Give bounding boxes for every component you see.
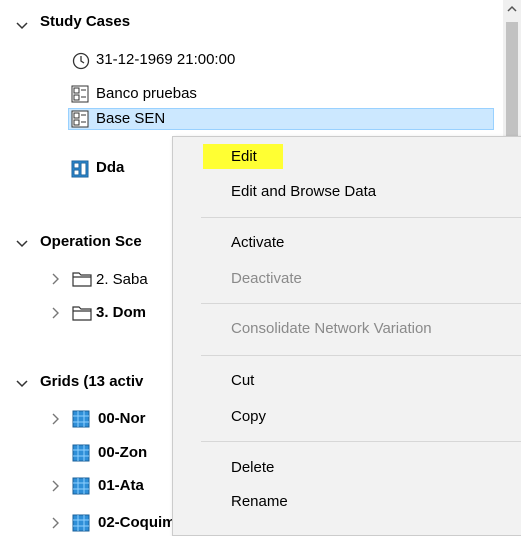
menu-item-edit-and-browse-data[interactable]: Edit and Browse Data <box>231 182 376 202</box>
menu-separator <box>201 355 521 356</box>
folder-icon <box>72 270 92 288</box>
collapse-chevron-icon[interactable] <box>14 18 30 34</box>
tree-node-study-cases[interactable]: Study Cases <box>40 12 130 32</box>
tree-item-scenario[interactable]: 2. Saba <box>96 270 148 290</box>
tree-item-study-case-selected[interactable]: Base SEN <box>96 109 165 129</box>
menu-item-activate[interactable]: Activate <box>231 233 284 253</box>
tree-item-study-case[interactable]: 31-12-1969 21:00:00 <box>96 50 235 70</box>
folder-icon <box>72 304 92 322</box>
expand-chevron-icon[interactable] <box>47 411 63 427</box>
grid-icon <box>72 444 90 462</box>
study-case-icon <box>71 85 89 103</box>
menu-separator <box>201 441 521 442</box>
context-menu: Edit Edit and Browse Data Activate Deact… <box>172 136 521 536</box>
menu-item-rename[interactable]: Rename <box>231 492 288 512</box>
grid-icon <box>72 477 90 495</box>
menu-item-edit[interactable]: Edit <box>231 147 257 167</box>
collapse-chevron-icon[interactable] <box>14 376 30 392</box>
tree-node-grids[interactable]: Grids (13 activ <box>40 372 143 392</box>
menu-separator <box>201 303 521 304</box>
menu-item-consolidate-network-variation[interactable]: Consolidate Network Variation <box>231 319 432 339</box>
tree-item-study-case-active[interactable]: Dda <box>96 158 124 178</box>
tree-item-study-case[interactable]: Banco pruebas <box>96 84 197 104</box>
menu-separator <box>201 217 521 218</box>
clock-icon <box>72 52 90 70</box>
menu-item-copy[interactable]: Copy <box>231 407 266 427</box>
scroll-up-arrow-icon[interactable] <box>503 0 521 18</box>
menu-item-cut[interactable]: Cut <box>231 371 254 391</box>
expand-chevron-icon[interactable] <box>47 478 63 494</box>
menu-item-deactivate[interactable]: Deactivate <box>231 269 302 289</box>
grid-icon <box>72 514 90 532</box>
study-case-active-icon <box>71 160 89 178</box>
tree-item-grid[interactable]: 01-Ata <box>98 476 144 496</box>
collapse-chevron-icon[interactable] <box>14 236 30 252</box>
study-case-icon <box>71 110 89 128</box>
grid-icon <box>72 410 90 428</box>
tree-item-scenario-active[interactable]: 3. Dom <box>96 303 146 323</box>
tree-item-grid[interactable]: 00-Zon <box>98 443 147 463</box>
expand-chevron-icon[interactable] <box>47 271 63 287</box>
expand-chevron-icon[interactable] <box>47 305 63 321</box>
tree-item-grid[interactable]: 00-Nor <box>98 409 146 429</box>
tree-node-operation-scenarios[interactable]: Operation Sce <box>40 232 142 252</box>
menu-item-delete[interactable]: Delete <box>231 458 274 478</box>
